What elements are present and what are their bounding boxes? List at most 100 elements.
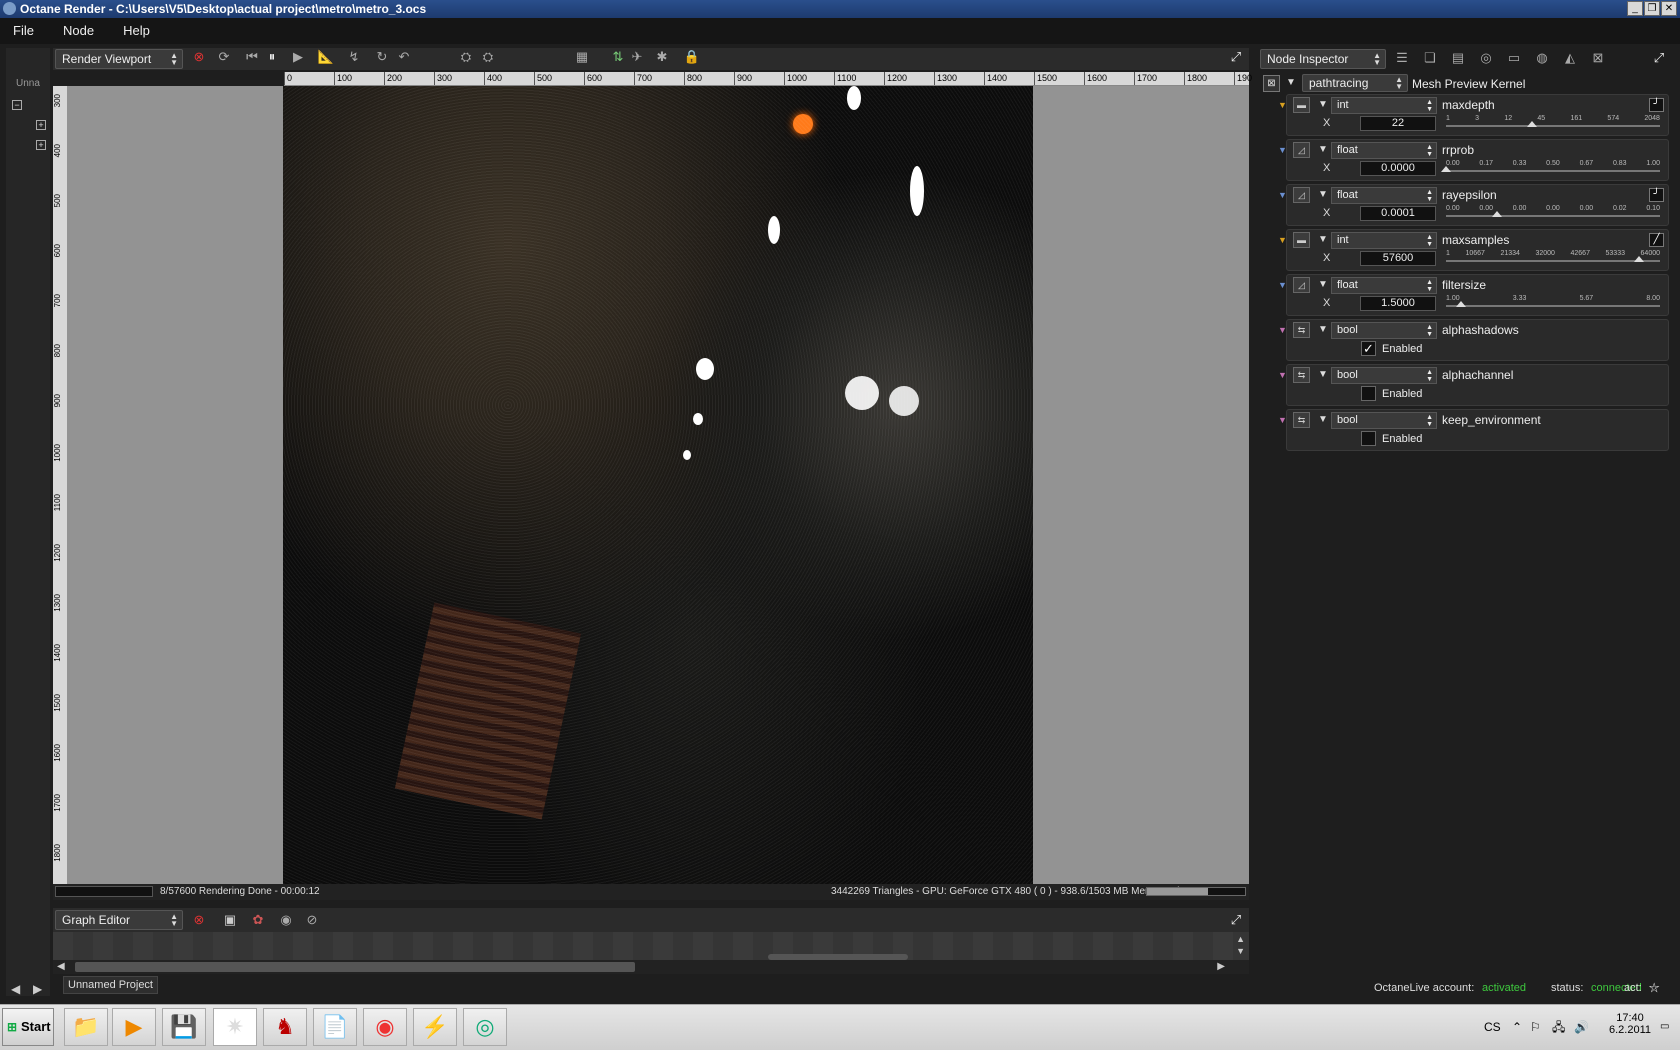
scroll-right-icon[interactable]: ▶ — [33, 982, 42, 996]
play-icon[interactable]: ▶ — [289, 48, 307, 66]
expand-triangle-icon[interactable]: ▼ — [1318, 369, 1328, 380]
environment-icon[interactable]: ◭ — [1561, 49, 1579, 67]
menu-node[interactable]: Node — [50, 18, 107, 44]
tray-expand-icon[interactable]: ⌃ — [1512, 1004, 1522, 1050]
export-icon[interactable]: ⇅ — [609, 48, 627, 66]
alphachannel-checkbox[interactable] — [1361, 386, 1376, 401]
object2-icon[interactable]: ⛭ — [479, 48, 497, 66]
kernel-combo[interactable]: pathtracing ▲ ▼ — [1302, 74, 1408, 92]
node-inspector-combo[interactable]: Node Inspector ▲ ▼ — [1260, 49, 1386, 69]
pause-icon[interactable]: ⏸ — [263, 48, 281, 66]
slider-thumb[interactable] — [1492, 211, 1503, 217]
camera-icon[interactable]: ◉ — [277, 911, 295, 929]
restore-button[interactable]: ❐ — [1644, 1, 1660, 16]
rewind-icon[interactable]: ⏮ — [243, 48, 261, 66]
curve-toggle-icon[interactable]: ╱ — [1649, 233, 1664, 247]
param-type-combo[interactable]: float ▲ ▼ — [1331, 277, 1437, 294]
load-icon[interactable]: ✿ — [249, 911, 267, 929]
rayepsilon-value-field[interactable]: 0.0001 — [1360, 206, 1436, 221]
keep_environment-checkbox[interactable] — [1361, 431, 1376, 446]
rrprob-slider[interactable]: 0.00 0.17 0.33 0.50 0.67 0.83 1.00 — [1441, 160, 1660, 174]
reset-render-icon[interactable]: ⊗ — [190, 48, 208, 66]
camera-icon[interactable]: ◎ — [1477, 49, 1495, 67]
graph-editor-canvas[interactable]: ▲ ▼ — [53, 932, 1249, 960]
expand-triangle-icon[interactable]: ▼ — [1318, 189, 1328, 200]
alphashadows-checkbox[interactable]: ✓ — [1361, 341, 1376, 356]
start-button[interactable]: ⊞ Start — [2, 1008, 54, 1046]
settings-icon[interactable]: ✱ — [653, 48, 671, 66]
slider-thumb[interactable] — [1633, 256, 1644, 262]
lock-icon[interactable]: 🔒 — [683, 48, 701, 66]
folder-icon[interactable]: 📁 — [64, 1008, 108, 1046]
save-icon[interactable]: 💾 — [162, 1008, 206, 1046]
param-socket-icon[interactable]: ▼ — [1278, 325, 1287, 335]
delete-icon[interactable]: ⊘ — [303, 911, 321, 929]
maxdepth-value-field[interactable]: 22 — [1360, 116, 1436, 131]
param-socket-icon[interactable]: ▼ — [1278, 190, 1287, 200]
param-socket-icon[interactable]: ▼ — [1278, 145, 1287, 155]
graph-horizontal-scrollbar[interactable]: ◀ ▶ — [53, 960, 1249, 974]
expand-triangle-icon[interactable]: ▼ — [1318, 144, 1328, 155]
network-icon[interactable]: 🖧 — [1552, 1004, 1565, 1050]
maxsamples-value-field[interactable]: 57600 — [1360, 251, 1436, 266]
scroll-right-icon[interactable]: ▶ — [1217, 961, 1225, 972]
chrome-icon[interactable]: ◉ — [363, 1008, 407, 1046]
tab-unnamed-project[interactable]: Unnamed Project — [63, 976, 158, 994]
expand-triangle-icon[interactable]: ▼ — [1318, 414, 1328, 425]
param-type-combo[interactable]: bool ▲ ▼ — [1331, 412, 1437, 429]
param-type-combo[interactable]: int ▲ ▼ — [1331, 97, 1437, 114]
close-button[interactable]: ✕ — [1661, 1, 1677, 16]
param-socket-icon[interactable]: ▼ — [1278, 280, 1287, 290]
slider-thumb[interactable] — [1441, 166, 1451, 172]
tool-icon[interactable]: ↯ — [345, 48, 363, 66]
param-type-combo[interactable]: float ▲ ▼ — [1331, 187, 1437, 204]
rrprob-value-field[interactable]: 0.0000 — [1360, 161, 1436, 176]
measure-icon[interactable]: 📐 — [317, 48, 335, 66]
param-socket-icon[interactable]: ▼ — [1278, 100, 1287, 110]
scroll-up-icon[interactable]: ▲ — [1236, 934, 1245, 944]
filtersize-value-field[interactable]: 1.5000 — [1360, 296, 1436, 311]
graph-editor-combo[interactable]: Graph Editor ▲ ▼ — [55, 910, 183, 930]
expand-triangle-icon[interactable]: ▼ — [1318, 234, 1328, 245]
minimize-button[interactable]: _ — [1627, 1, 1643, 16]
param-type-combo[interactable]: bool ▲ ▼ — [1331, 367, 1437, 384]
undo-icon[interactable]: ↶ — [395, 48, 413, 66]
spiral-app-icon[interactable]: ◎ — [463, 1008, 507, 1046]
rayepsilon-slider[interactable]: 0.00 0.00 0.00 0.00 0.00 0.02 0.10 — [1446, 205, 1660, 219]
maxdepth-slider[interactable]: 1 3 12 45 161 574 2048 — [1446, 115, 1660, 129]
render-image[interactable] — [283, 86, 1033, 884]
language-indicator[interactable]: CS — [1484, 1004, 1501, 1050]
show-desktop-icon[interactable]: ▭ — [1660, 1004, 1669, 1050]
scroll-down-icon[interactable]: ▼ — [1236, 946, 1245, 956]
expand-triangle-icon[interactable]: ▼ — [1318, 99, 1328, 110]
param-socket-icon[interactable]: ▼ — [1278, 235, 1287, 245]
maxsamples-slider[interactable]: 1 10667 21334 32000 42667 53333 64000 — [1446, 250, 1660, 264]
tree-icon[interactable]: ☰ — [1393, 49, 1411, 67]
horse-app-icon[interactable]: ♞ — [263, 1008, 307, 1046]
document-icon[interactable]: 📄 — [313, 1008, 357, 1046]
expand-triangle-icon[interactable]: ▼ — [1318, 324, 1328, 335]
image-icon[interactable]: ▤ — [1449, 49, 1467, 67]
add-node-icon[interactable]: ▣ — [221, 911, 239, 929]
kernel-icon[interactable]: ⊠ — [1589, 49, 1607, 67]
scroll-thumb[interactable] — [75, 962, 635, 972]
curve-toggle-icon[interactable]: ╯ — [1649, 188, 1664, 202]
param-socket-icon[interactable]: ▼ — [1278, 415, 1287, 425]
slider-thumb[interactable] — [1526, 121, 1537, 127]
collapse-icon[interactable]: − — [12, 100, 22, 110]
menu-file[interactable]: File — [0, 18, 47, 44]
material-icon[interactable]: ▭ — [1505, 49, 1523, 67]
clock[interactable]: 17:40 6.2.2011 — [1605, 1012, 1655, 1036]
octane-icon[interactable]: ✷ — [213, 1008, 257, 1046]
param-type-combo[interactable]: bool ▲ ▼ — [1331, 322, 1437, 339]
globe-icon[interactable]: ◍ — [1533, 49, 1551, 67]
slider-thumb[interactable] — [1455, 301, 1466, 307]
volume-icon[interactable]: 🔊 — [1574, 1004, 1589, 1050]
render-viewport-combo[interactable]: Render Viewport ▲ ▼ — [55, 49, 183, 69]
scroll-left-icon[interactable]: ◀ — [57, 961, 65, 972]
param-type-combo[interactable]: int ▲ ▼ — [1331, 232, 1437, 249]
scroll-left-icon[interactable]: ◀ — [11, 982, 20, 996]
filtersize-slider[interactable]: 1.00 3.33 5.67 8.00 — [1446, 295, 1660, 309]
curve-toggle-icon[interactable]: ╯ — [1649, 98, 1664, 112]
expand-triangle-icon[interactable]: ▼ — [1318, 279, 1328, 290]
